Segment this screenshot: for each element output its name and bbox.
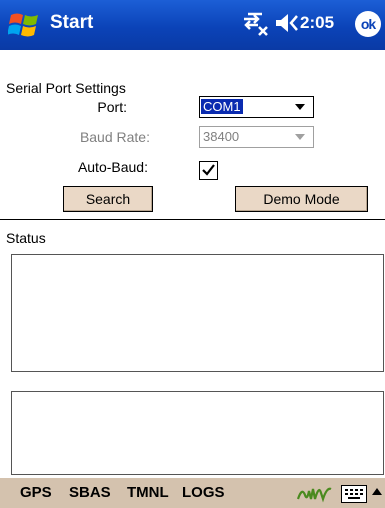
- menu-gps[interactable]: GPS: [20, 484, 52, 501]
- menu-bar: GPS SBAS TMNL LOGS: [0, 477, 385, 508]
- title-bar: Start 2:05 ok: [0, 0, 385, 50]
- menu-tmnl[interactable]: TMNL: [127, 484, 169, 501]
- input-panel-icon[interactable]: [296, 483, 334, 503]
- port-label: Port:: [97, 99, 127, 115]
- keyboard-icon[interactable]: [341, 485, 367, 503]
- windows-start-icon[interactable]: [8, 9, 42, 41]
- clock[interactable]: 2:05: [300, 13, 334, 33]
- port-select[interactable]: COM1: [199, 96, 314, 118]
- volume-icon[interactable]: [274, 10, 300, 36]
- chevron-down-icon: [295, 104, 305, 110]
- chevron-down-icon: [295, 134, 305, 140]
- auto-baud-label: Auto-Baud:: [77, 159, 148, 175]
- baud-rate-select: 38400: [199, 126, 314, 148]
- menu-sbas[interactable]: SBAS: [69, 484, 111, 501]
- baud-rate-label: Baud Rate:: [79, 129, 150, 145]
- checkmark-icon: [202, 164, 215, 176]
- serial-port-settings-label: Serial Port Settings: [6, 80, 126, 96]
- ok-button[interactable]: ok: [355, 11, 381, 37]
- divider: [0, 219, 385, 220]
- message-box[interactable]: [11, 391, 384, 475]
- status-label: Status: [6, 230, 46, 246]
- status-box[interactable]: [11, 254, 384, 372]
- auto-baud-checkbox[interactable]: [199, 161, 218, 180]
- window-title[interactable]: Start: [50, 12, 93, 34]
- port-value: COM1: [201, 99, 243, 114]
- baud-rate-value: 38400: [203, 129, 240, 144]
- menu-logs[interactable]: LOGS: [182, 484, 225, 501]
- search-button[interactable]: Search: [63, 186, 153, 212]
- up-arrow-icon[interactable]: [372, 488, 382, 495]
- demo-mode-button[interactable]: Demo Mode: [235, 186, 368, 212]
- connectivity-icon[interactable]: [240, 10, 270, 36]
